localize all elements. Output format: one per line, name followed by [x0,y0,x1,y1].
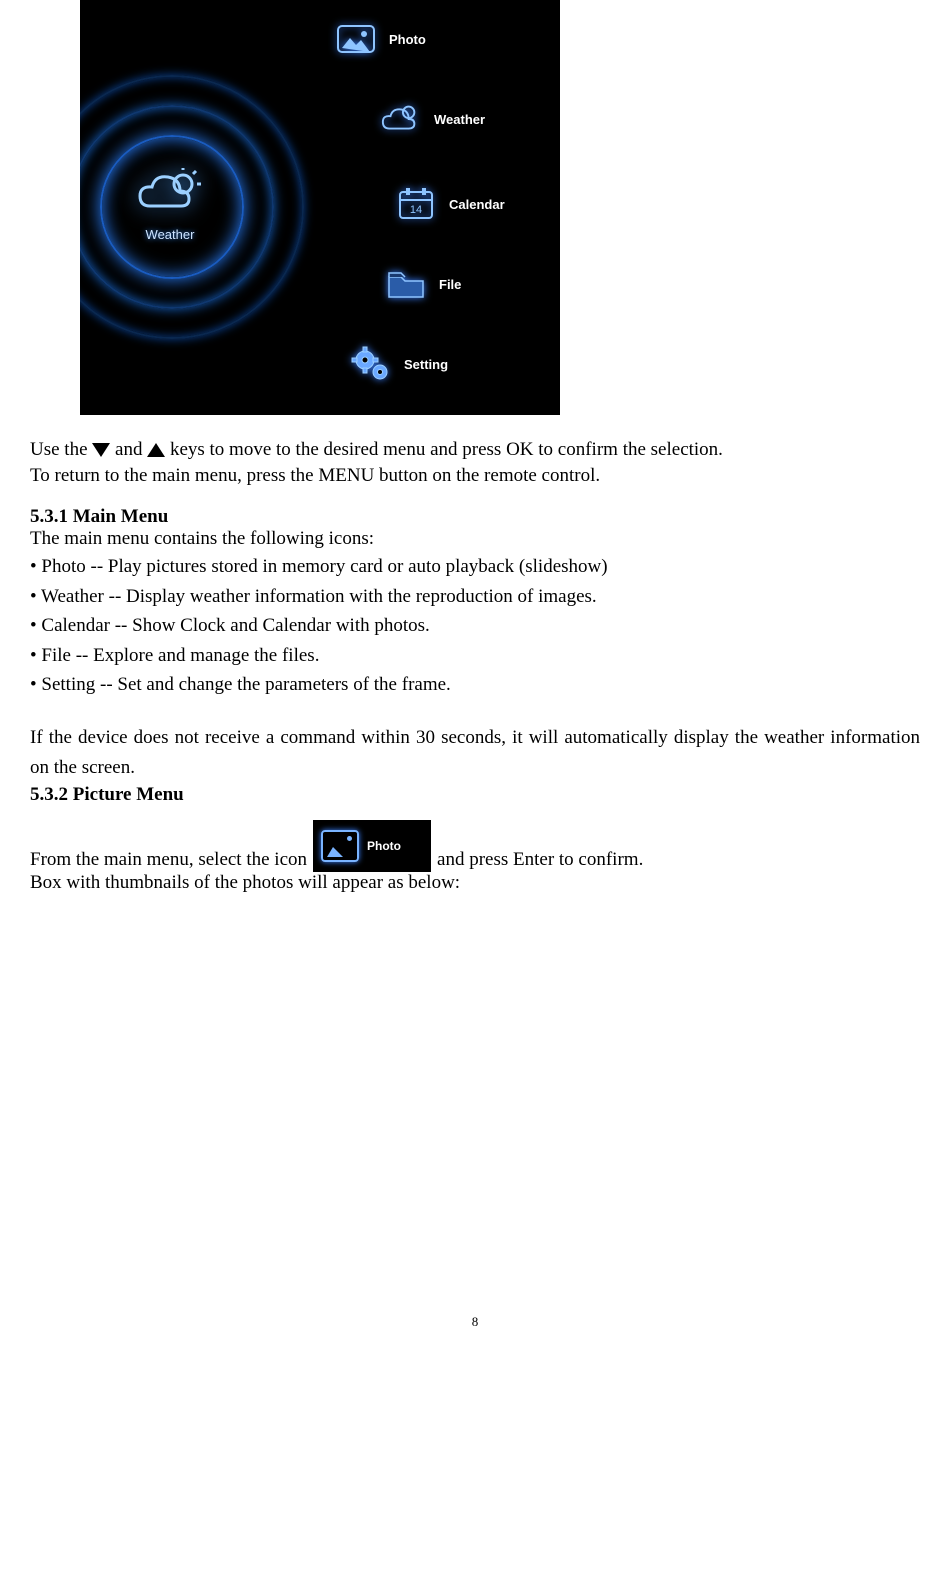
instr-text: keys to move to the desired menu and pre… [170,439,723,460]
menu-item-label: Weather [434,112,485,127]
down-arrow-icon [92,443,110,457]
menu-item-weather: Weather [380,100,485,138]
bullet-item: • File -- Explore and manage the files. [30,641,920,670]
photo-icon [321,830,359,862]
timeout-note: If the device does not receive a command… [30,723,920,782]
svg-text:14: 14 [410,204,422,216]
weather-icon [135,168,205,223]
instr-text: Box with thumbnails of the photos will a… [30,872,920,894]
calendar-icon: 14 [395,185,437,223]
picture-menu-instruction: From the main menu, select the icon Phot… [30,820,920,872]
menu-item-label: File [439,277,461,292]
instr-text: and press Enter to confirm. [437,848,643,873]
menu-item-calendar: 14 Calendar [395,185,505,223]
menu-item-label: Photo [389,32,426,47]
bullet-item: • Weather -- Display weather information… [30,582,920,611]
bullet-item: • Setting -- Set and change the paramete… [30,670,920,699]
menu-item-label: Calendar [449,197,505,212]
instr-text: Use the [30,439,92,460]
menu-item-file: File [385,265,461,303]
menu-item-photo: Photo [335,20,426,58]
menu-bullet-list: • Photo -- Play pictures stored in memor… [30,552,920,699]
instr-text: and [115,439,147,460]
selected-menu-item: Weather [120,150,220,260]
selected-menu-label: Weather [146,227,195,242]
photo-icon [335,20,377,58]
section-heading-532: 5.3.2 Picture Menu [30,784,920,806]
gear-icon [350,345,392,383]
weather-icon-small [380,100,422,138]
instr-text: To return to the main menu, press the ME… [30,465,600,486]
up-arrow-icon [147,443,165,457]
menu-item-label: Setting [404,357,448,372]
bullet-item: • Calendar -- Show Clock and Calendar wi… [30,611,920,640]
section-heading-531: 5.3.1 Main Menu [30,506,920,528]
navigation-instruction: Use the and keys to move to the desired … [30,437,920,488]
instr-text: From the main menu, select the icon [30,848,307,873]
menu-item-setting: Setting [350,345,448,383]
photo-icon-chip: Photo [313,820,431,872]
folder-icon [385,265,427,303]
photo-chip-label: Photo [367,839,401,855]
bullet-item: • Photo -- Play pictures stored in memor… [30,552,920,581]
main-menu-screenshot: Weather Photo Weather 14 Calendar File [80,0,560,415]
section-intro: The main menu contains the following ico… [30,528,920,550]
page-number: 8 [30,1314,920,1330]
